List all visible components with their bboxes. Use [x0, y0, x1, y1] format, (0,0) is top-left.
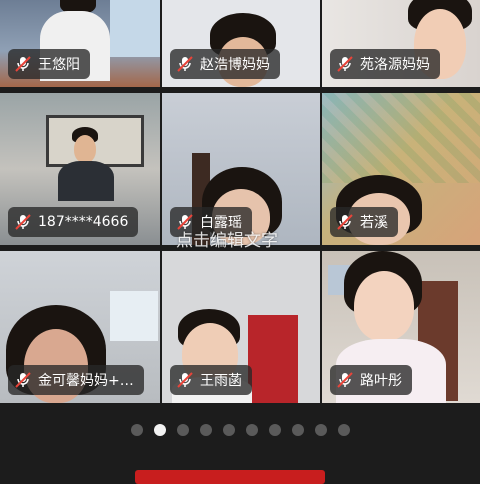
participant-name: 若溪 [360, 215, 388, 231]
mic-muted-icon [15, 214, 31, 230]
participant-label: 若溪 [330, 207, 398, 237]
participant-name: 187****4666 [38, 214, 129, 230]
page-dot[interactable] [291, 424, 304, 436]
participant-tile[interactable]: 金可馨妈妈+… [0, 251, 160, 403]
page-dot[interactable] [245, 424, 258, 436]
page-dot[interactable] [222, 424, 235, 436]
participant-tile[interactable]: 王雨菡 [162, 251, 320, 403]
participant-name: 王悠阳 [38, 57, 80, 73]
participant-tile[interactable]: 苑洛源妈妈 [322, 0, 480, 87]
participant-name: 金可馨妈妈+… [38, 373, 134, 389]
video-grid: 王悠阳 赵浩博妈妈 苑洛源妈妈 187****4666 白露瑶 若溪 金可馨妈妈… [0, 0, 480, 405]
participant-label: 赵浩博妈妈 [170, 49, 280, 79]
mic-muted-icon [15, 372, 31, 388]
mic-muted-icon [15, 56, 31, 72]
page-dot[interactable] [314, 424, 327, 436]
page-dot[interactable] [337, 424, 350, 436]
participant-tile[interactable]: 赵浩博妈妈 [162, 0, 320, 87]
participant-name: 王雨菡 [200, 373, 242, 389]
page-dot[interactable] [130, 424, 143, 436]
edit-text-overlay[interactable]: 点击编辑文字 [176, 226, 278, 251]
page-dot[interactable] [199, 424, 212, 436]
participant-tile[interactable]: 王悠阳 [0, 0, 160, 87]
poster [110, 291, 158, 341]
participant-label: 王雨菡 [170, 365, 252, 395]
page-dot[interactable] [268, 424, 281, 436]
participant-tile[interactable]: 路叶彤 [322, 251, 480, 403]
participant-label: 王悠阳 [8, 49, 90, 79]
participant-label: 苑洛源妈妈 [330, 49, 440, 79]
page-indicator[interactable] [0, 422, 480, 438]
participant-tile[interactable]: 若溪 [322, 93, 480, 245]
participant-label: 187****4666 [8, 207, 139, 237]
participant-name: 苑洛源妈妈 [360, 57, 430, 73]
mic-muted-icon [177, 56, 193, 72]
page-dot[interactable] [176, 424, 189, 436]
participant-tile[interactable]: 187****4666 [0, 93, 160, 245]
participant-tile[interactable]: 白露瑶 [162, 93, 320, 245]
participant-name: 路叶彤 [360, 373, 402, 389]
participant-name: 赵浩博妈妈 [200, 57, 270, 73]
window [110, 0, 160, 57]
mic-muted-icon [177, 372, 193, 388]
cabinet [248, 315, 298, 403]
wall-map [322, 93, 480, 183]
mic-muted-icon [337, 56, 353, 72]
bottom-red-banner [135, 470, 325, 484]
participant-label: 金可馨妈妈+… [8, 365, 144, 395]
mic-muted-icon [337, 372, 353, 388]
participant-label: 路叶彤 [330, 365, 412, 395]
mic-muted-icon [337, 214, 353, 230]
page-dot-active[interactable] [153, 424, 166, 436]
